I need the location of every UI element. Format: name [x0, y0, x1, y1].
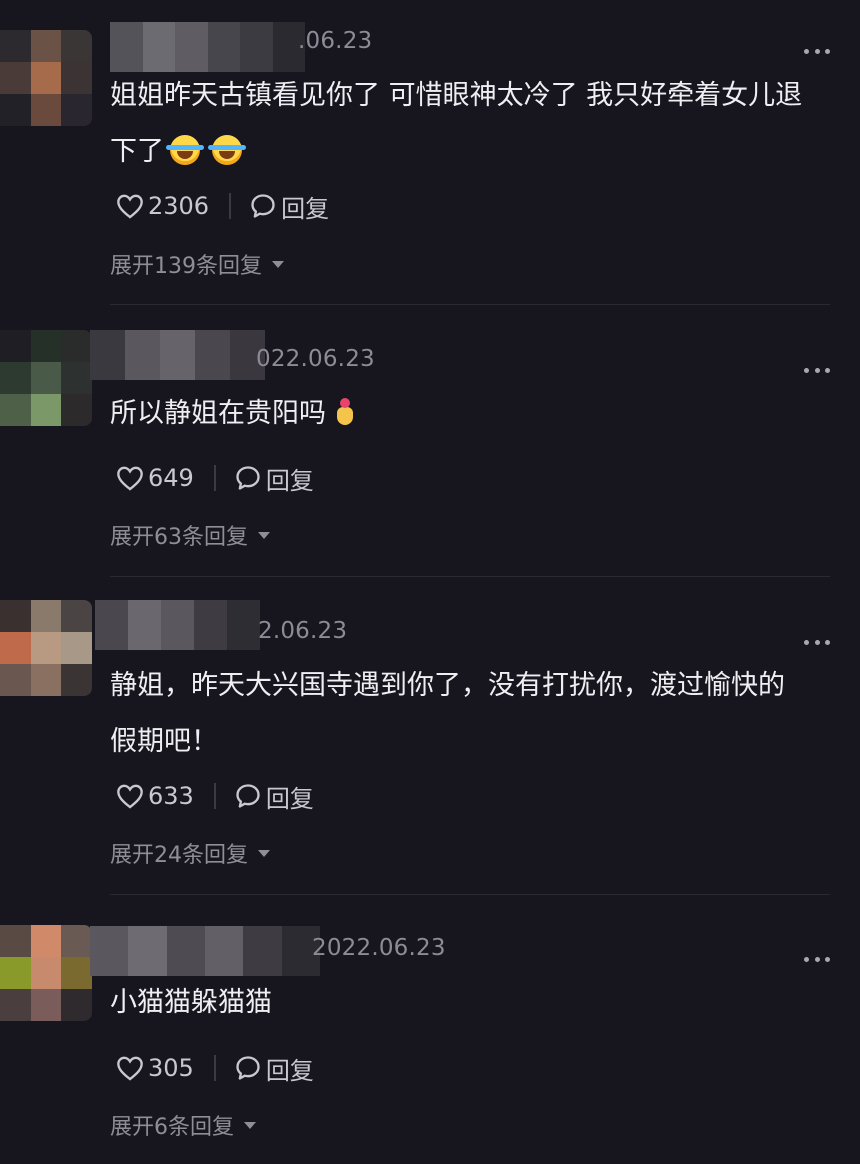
comment-text-line-2: 下了: [110, 136, 164, 167]
comment-text-line-1: 所以静姐在贵阳吗: [110, 398, 326, 429]
comment-text: 姐姐昨天古镇看见你了 可惜眼神太冷了 我只好牵着女儿退 下了: [110, 68, 836, 180]
reply-button[interactable]: 回复: [234, 461, 314, 496]
comment-divider: [110, 304, 830, 305]
speech-bubble-icon: [236, 784, 260, 808]
username-mosaic[interactable]: [90, 330, 265, 380]
action-divider: [213, 783, 216, 809]
username-mosaic[interactable]: [95, 600, 260, 650]
username-mosaic[interactable]: [90, 926, 320, 976]
caret-down-icon: [244, 1121, 256, 1129]
comment-text-line: 小猫猫躲猫猫: [110, 987, 272, 1018]
reply-label: 回复: [281, 194, 330, 223]
comment-list: .06.23 姐姐昨天古镇看见你了 可惜眼神太冷了 我只好牵着女儿退 下了 23…: [0, 0, 860, 1164]
rofl-emoji-icon: [208, 135, 246, 165]
comment-actions: 649 回复: [116, 460, 314, 496]
expand-replies-label: 展开139条回复: [110, 254, 262, 279]
more-dots-icon[interactable]: [804, 366, 830, 374]
expand-replies-label: 展开63条回复: [110, 525, 248, 550]
comment-text-line: 下了: [110, 124, 836, 180]
more-dots-icon[interactable]: [804, 955, 830, 963]
expand-replies-label: 展开6条回复: [110, 1115, 234, 1140]
heart-outline-icon: [117, 466, 143, 491]
avatar[interactable]: [0, 30, 92, 126]
like-count: 649: [148, 464, 194, 492]
reply-label: 回复: [265, 1056, 314, 1085]
like-button[interactable]: 2306: [116, 192, 209, 220]
speech-bubble-icon: [251, 194, 275, 218]
heart-outline-icon: [117, 194, 143, 219]
comment-divider: [110, 894, 830, 895]
comment-date: 2022.06.23: [312, 935, 446, 961]
caret-down-icon: [272, 260, 284, 268]
like-button[interactable]: 305: [116, 1054, 194, 1082]
reply-button[interactable]: 回复: [249, 189, 329, 224]
heart-outline-icon: [117, 784, 143, 809]
comment-text: 静姐，昨天大兴国寺遇到你了，没有打扰你，渡过愉快的 假期吧！: [110, 658, 836, 770]
comment-divider: [110, 576, 830, 577]
pray-hands-emoji-icon: [334, 397, 356, 427]
like-count: 305: [148, 1054, 194, 1082]
comment-text-line: 所以静姐在贵阳吗: [110, 386, 836, 442]
comment-actions: 2306 回复: [116, 188, 329, 224]
expand-replies-button[interactable]: 展开63条回复: [110, 519, 270, 551]
comment-text-line: 假期吧！: [110, 726, 218, 757]
reply-label: 回复: [265, 466, 314, 495]
more-dots-icon[interactable]: [804, 638, 830, 646]
action-divider: [213, 1055, 216, 1081]
expand-replies-button[interactable]: 展开24条回复: [110, 837, 270, 869]
heart-outline-icon: [117, 1056, 143, 1081]
comment-text-line: 静姐，昨天大兴国寺遇到你了，没有打扰你，渡过愉快的: [110, 670, 785, 701]
caret-down-icon: [258, 849, 270, 857]
like-count: 633: [148, 782, 194, 810]
comment-text-line: 姐姐昨天古镇看见你了 可惜眼神太冷了 我只好牵着女儿退: [110, 80, 803, 111]
reply-label: 回复: [265, 784, 314, 813]
expand-replies-button[interactable]: 展开139条回复: [110, 248, 284, 280]
reply-button[interactable]: 回复: [234, 1051, 314, 1086]
avatar[interactable]: [0, 330, 92, 426]
like-button[interactable]: 649: [116, 464, 194, 492]
avatar[interactable]: [0, 925, 92, 1021]
caret-down-icon: [258, 531, 270, 539]
comment-text: 小猫猫躲猫猫: [110, 975, 836, 1031]
comment-date: 2.06.23: [258, 618, 348, 644]
action-divider: [213, 465, 216, 491]
expand-replies-label: 展开24条回复: [110, 843, 248, 868]
comment-text: 所以静姐在贵阳吗: [110, 386, 836, 442]
comment-date: 022.06.23: [256, 346, 375, 372]
username-mosaic[interactable]: [110, 22, 305, 72]
reply-button[interactable]: 回复: [234, 779, 314, 814]
action-divider: [229, 193, 232, 219]
speech-bubble-icon: [236, 1056, 260, 1080]
avatar[interactable]: [0, 600, 92, 696]
comment-actions: 633 回复: [116, 778, 314, 814]
like-count: 2306: [148, 192, 210, 220]
comment-date: .06.23: [298, 28, 373, 54]
comment-actions: 305 回复: [116, 1050, 314, 1086]
expand-replies-button[interactable]: 展开6条回复: [110, 1109, 256, 1141]
more-dots-icon[interactable]: [804, 47, 830, 55]
speech-bubble-icon: [236, 466, 260, 490]
like-button[interactable]: 633: [116, 782, 194, 810]
rofl-emoji-icon: [166, 135, 204, 165]
